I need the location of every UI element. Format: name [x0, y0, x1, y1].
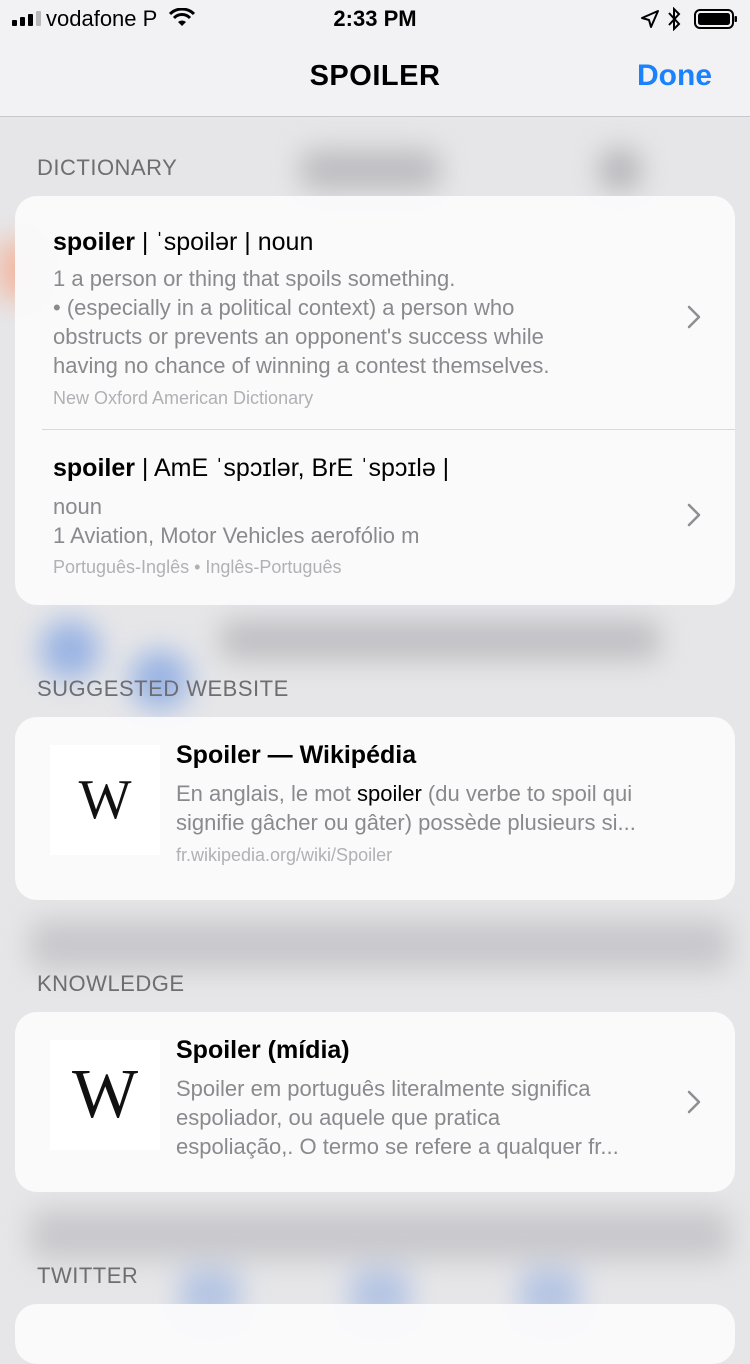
entry-definition-line: • (especially in a political context) a …: [53, 295, 515, 320]
knowledge-title: Spoiler (mídia): [176, 1036, 350, 1064]
chevron-right-icon: [687, 1090, 701, 1114]
chevron-right-icon: [687, 305, 701, 329]
wikipedia-logo-icon: W: [50, 745, 160, 855]
entry-title: spoiler | AmE ˈspɔɪlər, BrE ˈspɔɪlə |: [53, 454, 450, 482]
done-button[interactable]: Done: [637, 59, 712, 93]
knowledge-card[interactable]: W Spoiler (mídia) Spoiler em português l…: [15, 1012, 735, 1192]
dictionary-entry-oxford[interactable]: spoiler | ˈspoilər | noun 1 a person or …: [15, 196, 735, 429]
knowledge-snippet-line: Spoiler em português literalmente signif…: [176, 1076, 591, 1101]
entry-title: spoiler | ˈspoilər | noun: [53, 228, 314, 256]
results-list[interactable]: DICTIONARY spoiler | ˈspoilər | noun 1 a…: [0, 117, 750, 1364]
knowledge-snippet-line: espoliador, ou aquele que pratica: [176, 1105, 501, 1130]
suggested-website-card[interactable]: W Spoiler — Wikipédia En anglais, le mot…: [15, 717, 735, 900]
chevron-right-icon: [687, 503, 701, 527]
dictionary-entry-portuguese[interactable]: spoiler | AmE ˈspɔɪlər, BrE ˈspɔɪlə | no…: [15, 430, 735, 605]
website-snippet-line: signifie gâcher ou gâter) possède plusie…: [176, 810, 636, 835]
website-snippet-line: En anglais, le mot spoiler (du verbe to …: [176, 781, 633, 806]
twitter-card[interactable]: [15, 1304, 735, 1364]
section-header-twitter: TWITTER: [37, 1263, 139, 1288]
entry-definition-line: 1 Aviation, Motor Vehicles aerofólio m: [53, 523, 420, 548]
wikipedia-logo-icon: W: [50, 1040, 160, 1150]
section-header-dictionary: DICTIONARY: [37, 155, 178, 180]
entry-definition-line: having no chance of winning a contest th…: [53, 353, 550, 378]
website-title: Spoiler — Wikipédia: [176, 741, 417, 769]
dictionary-card: spoiler | ˈspoilər | noun 1 a person or …: [15, 196, 735, 605]
section-header-knowledge: KNOWLEDGE: [37, 971, 185, 996]
section-header-suggested-website: SUGGESTED WEBSITE: [37, 676, 289, 701]
bluetooth-icon: [668, 7, 681, 31]
battery-icon: [694, 9, 737, 29]
entry-definition-line: obstructs or prevents an opponent's succ…: [53, 324, 544, 349]
navigation-bar: SPOILER Done: [0, 40, 750, 117]
location-arrow-icon: [641, 10, 659, 28]
knowledge-snippet-line: espoliação,. O termo se refere a qualque…: [176, 1134, 619, 1159]
entry-source: Português-Inglês • Inglês-Português: [53, 557, 342, 577]
status-time: 2:33 PM: [333, 6, 417, 31]
entry-definition-line: noun: [53, 494, 102, 519]
status-bar: vodafone P 2:33 PM: [0, 0, 750, 40]
entry-definition-line: 1 a person or thing that spoils somethin…: [53, 266, 456, 291]
entry-source: New Oxford American Dictionary: [53, 388, 314, 408]
website-url: fr.wikipedia.org/wiki/Spoiler: [176, 845, 393, 865]
